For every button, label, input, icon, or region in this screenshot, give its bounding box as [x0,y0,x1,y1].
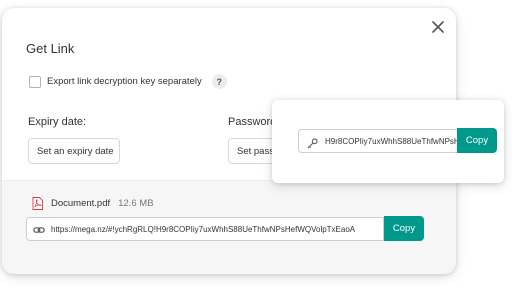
copy-key-button[interactable]: Copy [457,128,497,153]
close-icon[interactable] [429,18,447,36]
decryption-key-text: H9r8COPIiy7uxWhhS88UeThfwNPsHefWQVolpTxE… [325,136,457,146]
expiry-date-label: Expiry date: [28,116,87,128]
help-icon[interactable]: ? [211,74,227,89]
decryption-key-field[interactable]: H9r8COPIiy7uxWhhS88UeThfwNPsHefWQVolpTxE… [298,129,458,153]
file-name: Document.pdf [51,198,111,209]
link-field[interactable]: https://mega.nz/#!ychRgRLQ!H9r8COPIiy7ux… [26,217,384,241]
key-icon [307,136,318,148]
decryption-key-popover: H9r8COPIiy7uxWhhS88UeThfwNPsHefWQVolpTxE… [272,100,504,183]
pdf-icon [32,197,43,210]
export-key-option: Export link decryption key separately ? [29,74,227,89]
link-icon [33,223,45,235]
file-info: Document.pdf 12.6 MB [32,197,154,210]
export-key-label[interactable]: Export link decryption key separately [47,76,202,87]
set-expiry-date-button[interactable]: Set an expiry date [28,138,120,164]
file-size: 12.6 MB [118,198,154,209]
link-url: https://mega.nz/#!ychRgRLQ!H9r8COPIiy7ux… [51,224,356,234]
password-label: Password [228,116,277,128]
copy-link-button[interactable]: Copy [384,216,424,241]
dialog-title: Get Link [26,41,75,56]
export-key-checkbox[interactable] [29,75,41,88]
